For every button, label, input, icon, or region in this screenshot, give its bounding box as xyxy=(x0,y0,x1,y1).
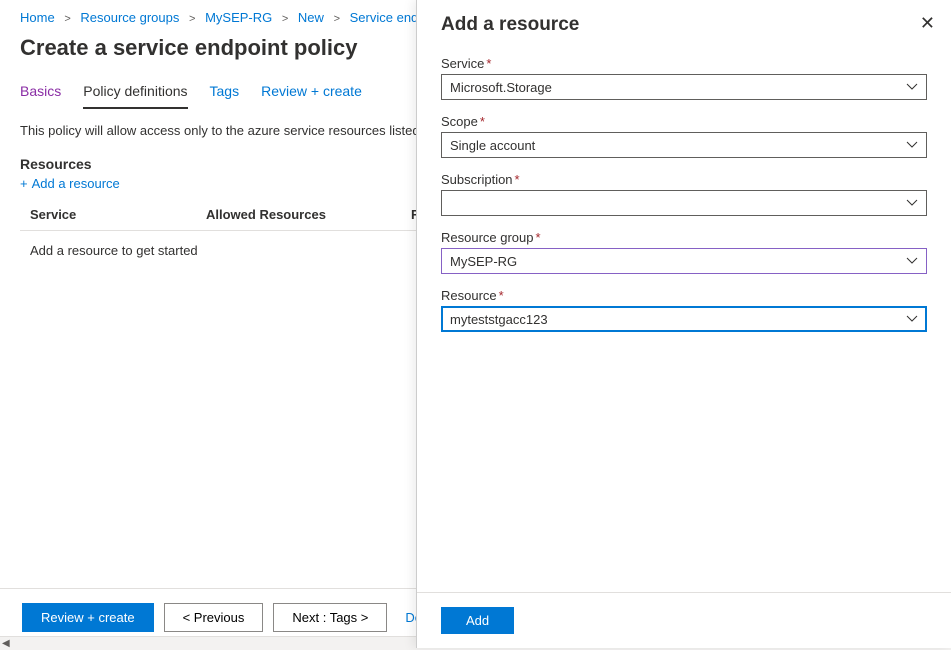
tab-policy-definitions[interactable]: Policy definitions xyxy=(83,77,187,109)
breadcrumb-sep: > xyxy=(282,13,288,25)
label-subscription-text: Subscription xyxy=(441,172,513,187)
field-resource-group: Resource group* MySEP-RG xyxy=(441,230,927,274)
select-service[interactable]: Microsoft.Storage xyxy=(441,74,927,100)
tab-basics[interactable]: Basics xyxy=(20,77,61,109)
required-star: * xyxy=(515,172,520,187)
chevron-down-icon xyxy=(906,255,918,267)
label-service: Service* xyxy=(441,56,927,71)
panel-header: Add a resource ✕ xyxy=(417,0,951,56)
breadcrumb-home[interactable]: Home xyxy=(20,10,55,25)
select-resource-group[interactable]: MySEP-RG xyxy=(441,248,927,274)
label-resource-text: Resource xyxy=(441,288,497,303)
previous-button[interactable]: < Previous xyxy=(164,603,264,632)
add-resource-label: Add a resource xyxy=(32,176,120,191)
select-subscription[interactable] xyxy=(441,190,927,216)
breadcrumb-resource-groups[interactable]: Resource groups xyxy=(80,10,179,25)
select-resource-group-value: MySEP-RG xyxy=(450,254,517,269)
chevron-down-icon xyxy=(906,139,918,151)
label-resource-group: Resource group* xyxy=(441,230,927,245)
required-star: * xyxy=(499,288,504,303)
tab-tags[interactable]: Tags xyxy=(210,77,240,109)
panel-title: Add a resource xyxy=(441,14,579,36)
select-scope[interactable]: Single account xyxy=(441,132,927,158)
required-star: * xyxy=(486,56,491,71)
label-service-text: Service xyxy=(441,56,484,71)
select-resource[interactable]: myteststgacc123 xyxy=(441,306,927,332)
review-create-button[interactable]: Review + create xyxy=(22,603,154,632)
select-service-value: Microsoft.Storage xyxy=(450,80,552,95)
field-subscription: Subscription* xyxy=(441,172,927,216)
add-button[interactable]: Add xyxy=(441,607,514,634)
next-button[interactable]: Next : Tags > xyxy=(273,603,387,632)
breadcrumb-sep: > xyxy=(334,13,340,25)
required-star: * xyxy=(536,230,541,245)
label-scope: Scope* xyxy=(441,114,927,129)
field-resource: Resource* myteststgacc123 xyxy=(441,288,927,332)
breadcrumb-sep: > xyxy=(189,13,195,25)
field-service: Service* Microsoft.Storage xyxy=(441,56,927,100)
breadcrumb-sep: > xyxy=(64,13,70,25)
tab-review-create[interactable]: Review + create xyxy=(261,77,362,109)
close-icon[interactable]: ✕ xyxy=(920,14,935,32)
panel-body: Service* Microsoft.Storage Scope* Single… xyxy=(417,56,951,592)
col-allowed: Allowed Resources xyxy=(206,207,411,222)
select-resource-value: myteststgacc123 xyxy=(450,312,548,327)
required-star: * xyxy=(480,114,485,129)
panel-footer: Add xyxy=(417,592,951,648)
chevron-down-icon xyxy=(906,197,918,209)
breadcrumb-new[interactable]: New xyxy=(298,10,324,25)
label-scope-text: Scope xyxy=(441,114,478,129)
plus-icon: + xyxy=(20,176,28,191)
chevron-down-icon xyxy=(906,313,918,325)
breadcrumb-mysep-rg[interactable]: MySEP-RG xyxy=(205,10,272,25)
label-resource: Resource* xyxy=(441,288,927,303)
chevron-down-icon xyxy=(906,81,918,93)
select-scope-value: Single account xyxy=(450,138,535,153)
label-subscription: Subscription* xyxy=(441,172,927,187)
label-resource-group-text: Resource group xyxy=(441,230,534,245)
add-resource-panel: Add a resource ✕ Service* Microsoft.Stor… xyxy=(416,0,951,648)
field-scope: Scope* Single account xyxy=(441,114,927,158)
col-service: Service xyxy=(30,207,206,222)
scroll-left-icon[interactable]: ◀ xyxy=(2,638,10,649)
